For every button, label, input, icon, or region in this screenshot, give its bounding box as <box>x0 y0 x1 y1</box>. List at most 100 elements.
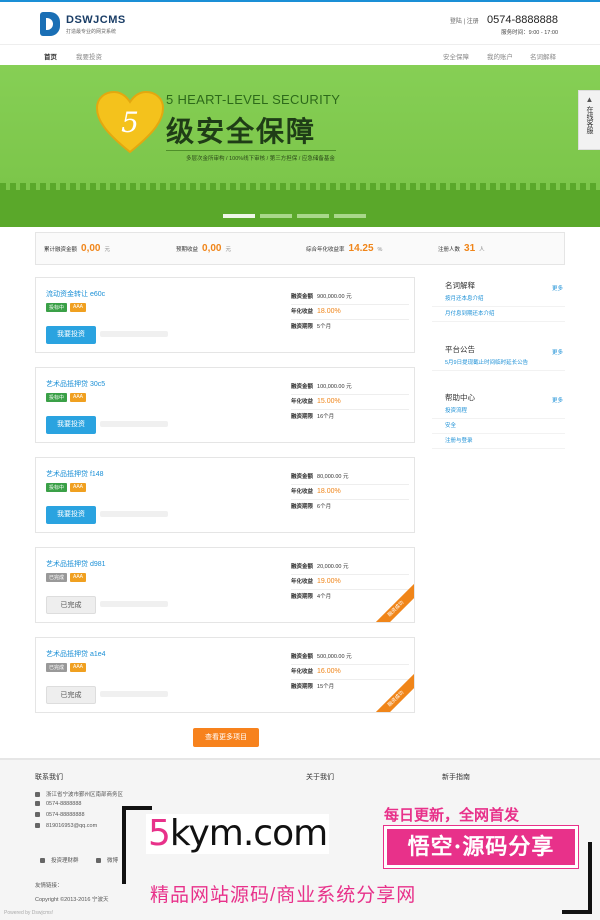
invest-button[interactable]: 我要投资 <box>46 506 96 524</box>
sidebar-glossary: 名词解释 更多 按月还本息介绍 月付息到期还本介绍 <box>432 280 565 322</box>
sidebar-help: 帮助中心 更多 投资流程 安全 注册与登录 <box>432 392 565 449</box>
header: DSWJCMS 打造最专业的网贷系统 登陆 | 注册 0574-8888888 … <box>0 2 600 44</box>
online-service-label: 在线客服 <box>586 106 593 134</box>
phone-icon <box>35 801 40 807</box>
status-badge: 投标中 <box>46 303 68 312</box>
sidebar-item[interactable]: 5月9日提现截止时间临时延长公告 <box>432 356 565 371</box>
logo-subtitle: 打造最专业的网贷系统 <box>66 28 117 35</box>
sidebar-item[interactable]: 投资流程 <box>432 404 565 419</box>
header-contact: 登陆 | 注册 0574-8888888 服务时间：9:00 - 17:00 <box>450 14 558 36</box>
slider-dot[interactable] <box>334 214 366 218</box>
status-badge: 已完成 <box>46 573 68 582</box>
weibo-icon <box>96 858 101 864</box>
success-ribbon: 融资成功 <box>376 584 414 622</box>
heart-icon: 5 <box>95 90 165 154</box>
project-rate: 19.00% <box>317 578 341 585</box>
watermark-site: 5kym.com <box>146 813 330 854</box>
banner-english-title: 5 HEART-LEVEL SECURITY <box>166 92 341 107</box>
footer-wechat[interactable]: 投资理财群 <box>40 856 79 864</box>
progress-bar <box>100 511 168 517</box>
project-title[interactable]: 艺术品抵押贷 30c5 <box>46 379 105 389</box>
logo[interactable]: DSWJCMS 打造最专业的网贷系统 <box>40 12 126 36</box>
sidebar-item[interactable]: 安全 <box>432 419 565 434</box>
project-amount: 20,000.00 元 <box>317 564 349 570</box>
project-title[interactable]: 流动资金转让 e60c <box>46 289 105 299</box>
progress-bar <box>100 331 168 337</box>
footer-links-label: 友情链接： <box>35 883 63 889</box>
progress-bar <box>100 691 168 697</box>
more-link[interactable]: 更多 <box>552 348 563 356</box>
stat-expected-return: 预期收益 0,00 元 <box>176 243 231 254</box>
hero-banner[interactable]: 5 5 HEART-LEVEL SECURITY 级安全保障 多层次金所审构 /… <box>0 65 600 227</box>
main-nav: 首页 我要投资 安全保障 我的账户 名词解释 <box>0 44 600 65</box>
wechat-icon <box>40 858 45 864</box>
invest-button[interactable]: 我要投资 <box>46 416 96 434</box>
slider-dot[interactable] <box>260 214 292 218</box>
nav-account[interactable]: 我的账户 <box>487 51 513 61</box>
service-phone: 0574-8888888 <box>487 14 558 26</box>
project-title[interactable]: 艺术品抵押贷 d981 <box>46 559 106 569</box>
location-icon <box>35 792 40 798</box>
status-badge: 投标中 <box>46 483 68 492</box>
online-service-float[interactable]: ▲ 在线客服 <box>578 90 600 150</box>
footer-address: 浙江省宁波市鄞州区南部商务区 <box>35 790 123 798</box>
sidebar-item[interactable]: 月付息到期还本介绍 <box>432 307 565 322</box>
footer-phone2: 0574-88888888 <box>35 812 85 818</box>
footer-email: 819016953@qq.com <box>35 823 97 829</box>
status-badge: 投标中 <box>46 393 68 402</box>
stat-annual-rate: 综合年化收益率 14.25% <box>306 243 383 254</box>
project-card: 流动资金转让 e60c 投标中 AAA 我要投资 融资金额 900,000.00 元… <box>35 277 415 353</box>
project-title[interactable]: 艺术品抵押贷 f148 <box>46 469 104 479</box>
project-term: 6个月 <box>317 504 332 510</box>
slider-dots <box>223 214 366 218</box>
project-amount: 100,000.00 元 <box>317 384 352 390</box>
more-link[interactable]: 更多 <box>552 396 563 404</box>
status-badge: 已完成 <box>46 663 68 672</box>
login-register-links[interactable]: 登陆 | 注册 <box>450 16 479 25</box>
nav-home[interactable]: 首页 <box>44 51 57 61</box>
bell-icon: ▲ <box>585 95 594 104</box>
sidebar-title: 平台公告 <box>445 345 475 354</box>
project-rate: 18.00% <box>317 308 341 315</box>
logo-name: DSWJCMS <box>66 13 126 26</box>
project-term: 15个月 <box>317 684 335 690</box>
slider-dot[interactable] <box>297 214 329 218</box>
slider-dot[interactable] <box>223 214 255 218</box>
nav-invest[interactable]: 我要投资 <box>76 51 102 61</box>
stat-total-financing: 累计融资金额 0,00 元 <box>44 243 110 254</box>
rating-badge: AAA <box>70 663 87 672</box>
sidebar-item[interactable]: 按月还本息介绍 <box>432 292 565 307</box>
completed-button[interactable]: 已完成 <box>46 596 96 614</box>
banner-divider <box>166 150 336 151</box>
project-card: 艺术品抵押贷 30c5 投标中 AAA 我要投资 融资金额 100,000.00 元… <box>35 367 415 443</box>
footer-copyright: Copyright ©2013-2016 宁波天 <box>35 897 109 903</box>
footer-weibo[interactable]: 微博 <box>96 856 118 864</box>
project-rate: 16.00% <box>317 668 341 675</box>
project-term: 5个月 <box>317 324 332 330</box>
invest-button[interactable]: 我要投资 <box>46 326 96 344</box>
email-icon <box>35 823 40 829</box>
banner-subtitle: 多层次金所审构 / 100%线下审核 / 第三方担保 / 应急储备基金 <box>186 156 335 162</box>
sidebar-item[interactable]: 注册与登录 <box>432 434 565 449</box>
more-projects-button[interactable]: 查看更多项目 <box>193 728 259 747</box>
progress-bar <box>100 601 168 607</box>
rating-badge: AAA <box>70 573 87 582</box>
project-card: 艺术品抵押贷 f148 投标中 AAA 我要投资 融资金额 80,000.00 元 … <box>35 457 415 533</box>
nav-glossary[interactable]: 名词解释 <box>530 51 556 61</box>
sidebar-title: 帮助中心 <box>445 393 475 402</box>
watermark-tagline: 精品网站源码/商业系统分享网 <box>150 885 417 906</box>
progress-bar <box>100 421 168 427</box>
project-title[interactable]: 艺术品抵押贷 a1e4 <box>46 649 106 659</box>
project-card: 艺术品抵押贷 d981 已完成 AAA 已完成 融资金额 20,000.00 元 年… <box>35 547 415 623</box>
rating-badge: AAA <box>70 483 87 492</box>
footer-about-title: 关于我们 <box>306 774 334 781</box>
footer-guide-title: 新手指南 <box>442 774 470 781</box>
project-card: 艺术品抵押贷 a1e4 已完成 AAA 已完成 融资金额 500,000.00 元 … <box>35 637 415 713</box>
nav-security[interactable]: 安全保障 <box>443 51 469 61</box>
phone-icon <box>35 812 40 818</box>
sidebar-title: 名词解释 <box>445 281 475 290</box>
watermark-overlay: 5kym.com 每日更新，全网首发 悟空·源码分享 精品网站源码/商业系统分享… <box>122 800 592 914</box>
project-amount: 900,000.00 元 <box>317 294 352 300</box>
more-link[interactable]: 更多 <box>552 284 563 292</box>
completed-button[interactable]: 已完成 <box>46 686 96 704</box>
